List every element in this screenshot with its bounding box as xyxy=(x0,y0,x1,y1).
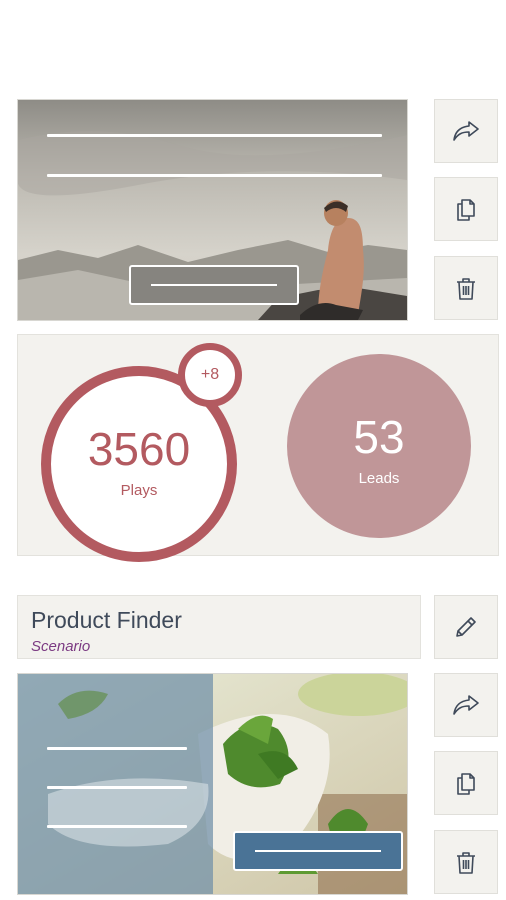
campaign-subtitle: Scenario xyxy=(31,638,91,655)
plays-value: 3560 xyxy=(87,423,191,475)
share-icon xyxy=(453,121,479,141)
copy-icon xyxy=(457,199,475,221)
new-plays-badge: +8 xyxy=(178,343,242,407)
delete-button-2[interactable] xyxy=(434,830,498,894)
delete-button-1[interactable] xyxy=(434,256,498,320)
subheadline-placeholder-line xyxy=(47,174,382,177)
copy-icon xyxy=(457,773,475,795)
copy-button-2[interactable] xyxy=(434,751,498,815)
share-icon xyxy=(453,695,479,715)
share-button-2[interactable] xyxy=(434,673,498,737)
pencil-icon xyxy=(456,617,476,637)
cta-button-placeholder-2 xyxy=(233,831,403,871)
leads-value: 53 xyxy=(353,411,405,463)
headline-placeholder-line-2 xyxy=(47,747,187,750)
campaign-title-box: Product Finder Scenario xyxy=(17,595,421,659)
trash-icon xyxy=(457,852,475,874)
copy-button-1[interactable] xyxy=(434,177,498,241)
edit-button-2[interactable] xyxy=(434,595,498,659)
campaign-title: Product Finder xyxy=(31,607,182,633)
body-placeholder-line-2 xyxy=(47,825,187,828)
leads-circle: 53 Leads xyxy=(287,354,471,538)
share-button-1[interactable] xyxy=(434,99,498,163)
campaign-thumbnail-2[interactable] xyxy=(17,673,408,895)
headline-placeholder-line xyxy=(47,134,382,137)
plays-label: Plays xyxy=(120,482,158,499)
stats-panel: 3560 Plays +8 53 Leads xyxy=(17,334,499,562)
cta-button-placeholder xyxy=(129,265,299,305)
trash-icon xyxy=(457,278,475,300)
leads-label: Leads xyxy=(358,470,400,487)
campaign-thumbnail-1[interactable] xyxy=(17,99,408,321)
subheadline-placeholder-line-2 xyxy=(47,786,187,789)
